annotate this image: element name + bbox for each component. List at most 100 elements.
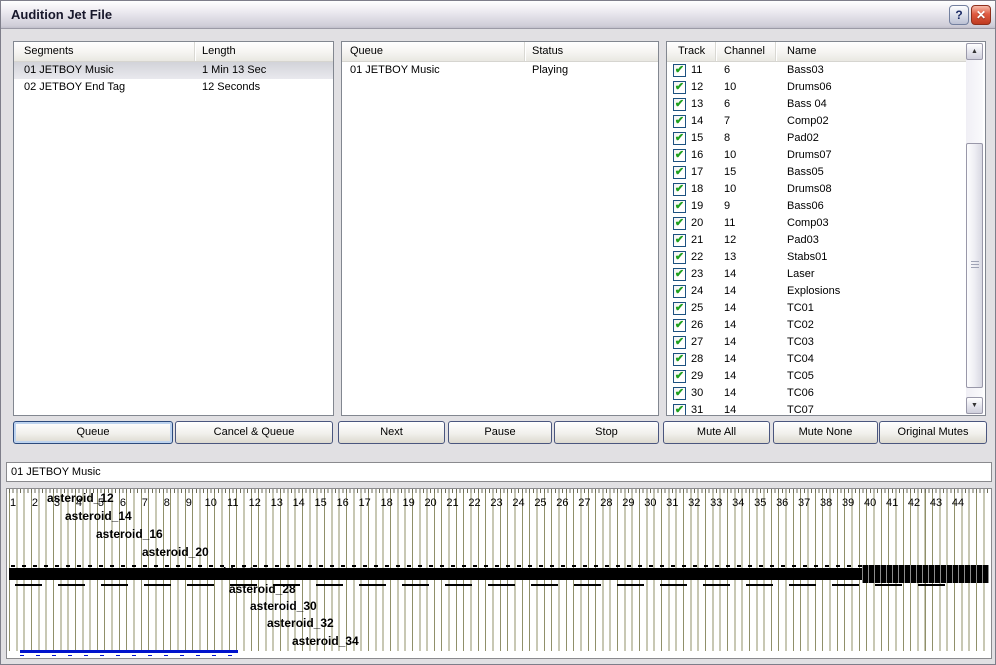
column-header[interactable]: Name <box>776 42 966 61</box>
track-number-cell: ✔21 <box>667 232 716 249</box>
segment-row[interactable]: 02 JETBOY End Tag12 Seconds <box>14 79 333 96</box>
track-row[interactable]: ✔147Comp02 <box>667 113 966 130</box>
track-row[interactable]: ✔2213Stabs01 <box>667 249 966 266</box>
track-checkbox[interactable]: ✔ <box>673 149 686 162</box>
track-checkbox[interactable]: ✔ <box>673 200 686 213</box>
track-number: 11 <box>691 62 702 79</box>
track-name: TC06 <box>776 385 966 402</box>
track-row[interactable]: ✔3114TC07 <box>667 402 966 415</box>
queue-header[interactable]: QueueStatus <box>342 42 658 62</box>
track-checkbox[interactable]: ✔ <box>673 370 686 383</box>
timeline-event-label: asteroid_32 <box>267 616 334 630</box>
measure-number: 6 <box>120 497 126 509</box>
queue-status: Playing <box>525 62 658 79</box>
timeline-view[interactable]: 1234567891011121314151617181920212223242… <box>6 488 992 659</box>
scroll-down-icon[interactable]: ▼ <box>966 397 983 414</box>
track-checkbox[interactable]: ✔ <box>673 234 686 247</box>
track-number: 18 <box>691 181 703 198</box>
track-row[interactable]: ✔2814TC04 <box>667 351 966 368</box>
track-row[interactable]: ✔2414Explosions <box>667 283 966 300</box>
current-segment-field[interactable]: 01 JETBOY Music <box>6 462 992 482</box>
track-checkbox[interactable]: ✔ <box>673 183 686 196</box>
track-row[interactable]: ✔136Bass 04 <box>667 96 966 113</box>
track-checkbox[interactable]: ✔ <box>673 81 686 94</box>
close-icon[interactable]: ✕ <box>971 5 991 25</box>
timeline-event-label: asteroid_34 <box>292 634 359 648</box>
mute-all-button[interactable]: Mute All <box>663 421 770 444</box>
track-row[interactable]: ✔1715Bass05 <box>667 164 966 181</box>
track-checkbox[interactable]: ✔ <box>673 217 686 230</box>
track-checkbox[interactable]: ✔ <box>673 132 686 145</box>
track-row[interactable]: ✔2614TC02 <box>667 317 966 334</box>
segments-header[interactable]: SegmentsLength <box>14 42 333 62</box>
track-number-cell: ✔ 27 <box>667 334 716 351</box>
measure-number: 33 <box>710 497 722 509</box>
queue-rows: 01 JETBOY MusicPlaying <box>342 62 658 415</box>
title-bar[interactable]: Audition Jet File ? ✕ <box>1 1 995 29</box>
scrollbar-thumb[interactable] <box>966 143 983 388</box>
tracks-scrollbar[interactable]: ▲ ▼ <box>966 43 983 414</box>
track-checkbox[interactable]: ✔ <box>673 166 686 179</box>
event-band <box>9 568 989 580</box>
track-row[interactable]: ✔2714TC03 <box>667 334 966 351</box>
queue-row[interactable]: 01 JETBOY MusicPlaying <box>342 62 658 79</box>
track-checkbox[interactable]: ✔ <box>673 404 686 415</box>
track-checkbox[interactable]: ✔ <box>673 251 686 264</box>
column-header[interactable]: Channel <box>716 42 776 61</box>
track-name: TC02 <box>776 317 966 334</box>
track-row[interactable]: ✔158Pad02 <box>667 130 966 147</box>
track-row[interactable]: ✔199Bass06 <box>667 198 966 215</box>
track-row[interactable]: ✔2112Pad03 <box>667 232 966 249</box>
column-header[interactable]: Segments <box>14 42 195 61</box>
column-header[interactable]: Length <box>195 42 333 61</box>
track-row[interactable]: ✔1810Drums08 <box>667 181 966 198</box>
track-checkbox[interactable]: ✔ <box>673 98 686 111</box>
track-row[interactable]: ✔2914TC05 <box>667 368 966 385</box>
track-row[interactable]: ✔2314Laser <box>667 266 966 283</box>
track-checkbox[interactable]: ✔ <box>673 64 686 77</box>
track-number-cell: ✔ 16 <box>667 147 716 164</box>
track-name: Bass05 <box>776 164 966 181</box>
track-name: Comp03 <box>776 215 966 232</box>
column-header[interactable]: Status <box>525 42 658 61</box>
track-checkbox[interactable]: ✔ <box>673 336 686 349</box>
track-checkbox[interactable]: ✔ <box>673 115 686 128</box>
track-number: 28 <box>691 351 703 368</box>
track-checkbox[interactable]: ✔ <box>673 319 686 332</box>
track-number: 27 <box>691 334 703 351</box>
measure-number: 10 <box>205 497 217 509</box>
measure-number: 14 <box>293 497 305 509</box>
measure-number: 38 <box>820 497 832 509</box>
mute-none-button[interactable]: Mute None <box>773 421 878 444</box>
track-row[interactable]: ✔2514TC01 <box>667 300 966 317</box>
measure-number: 20 <box>424 497 436 509</box>
track-row[interactable]: ✔1610Drums07 <box>667 147 966 164</box>
stop-button[interactable]: Stop <box>554 421 659 444</box>
tracks-header[interactable]: TrackChannelName <box>667 42 966 62</box>
queue-button[interactable]: Queue <box>13 421 173 444</box>
column-header[interactable]: Track <box>667 42 716 61</box>
help-button[interactable]: ? <box>949 5 969 25</box>
original-mutes-button[interactable]: Original Mutes <box>879 421 987 444</box>
track-checkbox[interactable]: ✔ <box>673 268 686 281</box>
track-checkbox[interactable]: ✔ <box>673 285 686 298</box>
track-checkbox[interactable]: ✔ <box>673 387 686 400</box>
track-checkbox[interactable]: ✔ <box>673 353 686 366</box>
track-number: 23 <box>691 266 703 283</box>
track-row[interactable]: ✔116Bass03 <box>667 62 966 79</box>
next-button[interactable]: Next <box>338 421 445 444</box>
track-row[interactable]: ✔1210Drums06 <box>667 79 966 96</box>
track-checkbox[interactable]: ✔ <box>673 302 686 315</box>
track-row[interactable]: ✔2011Comp03 <box>667 215 966 232</box>
pause-button[interactable]: Pause <box>448 421 552 444</box>
scroll-up-icon[interactable]: ▲ <box>966 43 983 60</box>
measure-number: 28 <box>600 497 612 509</box>
measure-number: 30 <box>644 497 656 509</box>
cancel-queue-button[interactable]: Cancel & Queue <box>175 421 333 444</box>
segment-row[interactable]: 01 JETBOY Music1 Min 13 Sec <box>14 62 333 79</box>
track-name: TC07 <box>776 402 966 415</box>
column-header[interactable]: Queue <box>342 42 525 61</box>
track-row[interactable]: ✔3014TC06 <box>667 385 966 402</box>
track-number-cell: ✔19 <box>667 198 716 215</box>
track-number: 16 <box>691 147 703 164</box>
